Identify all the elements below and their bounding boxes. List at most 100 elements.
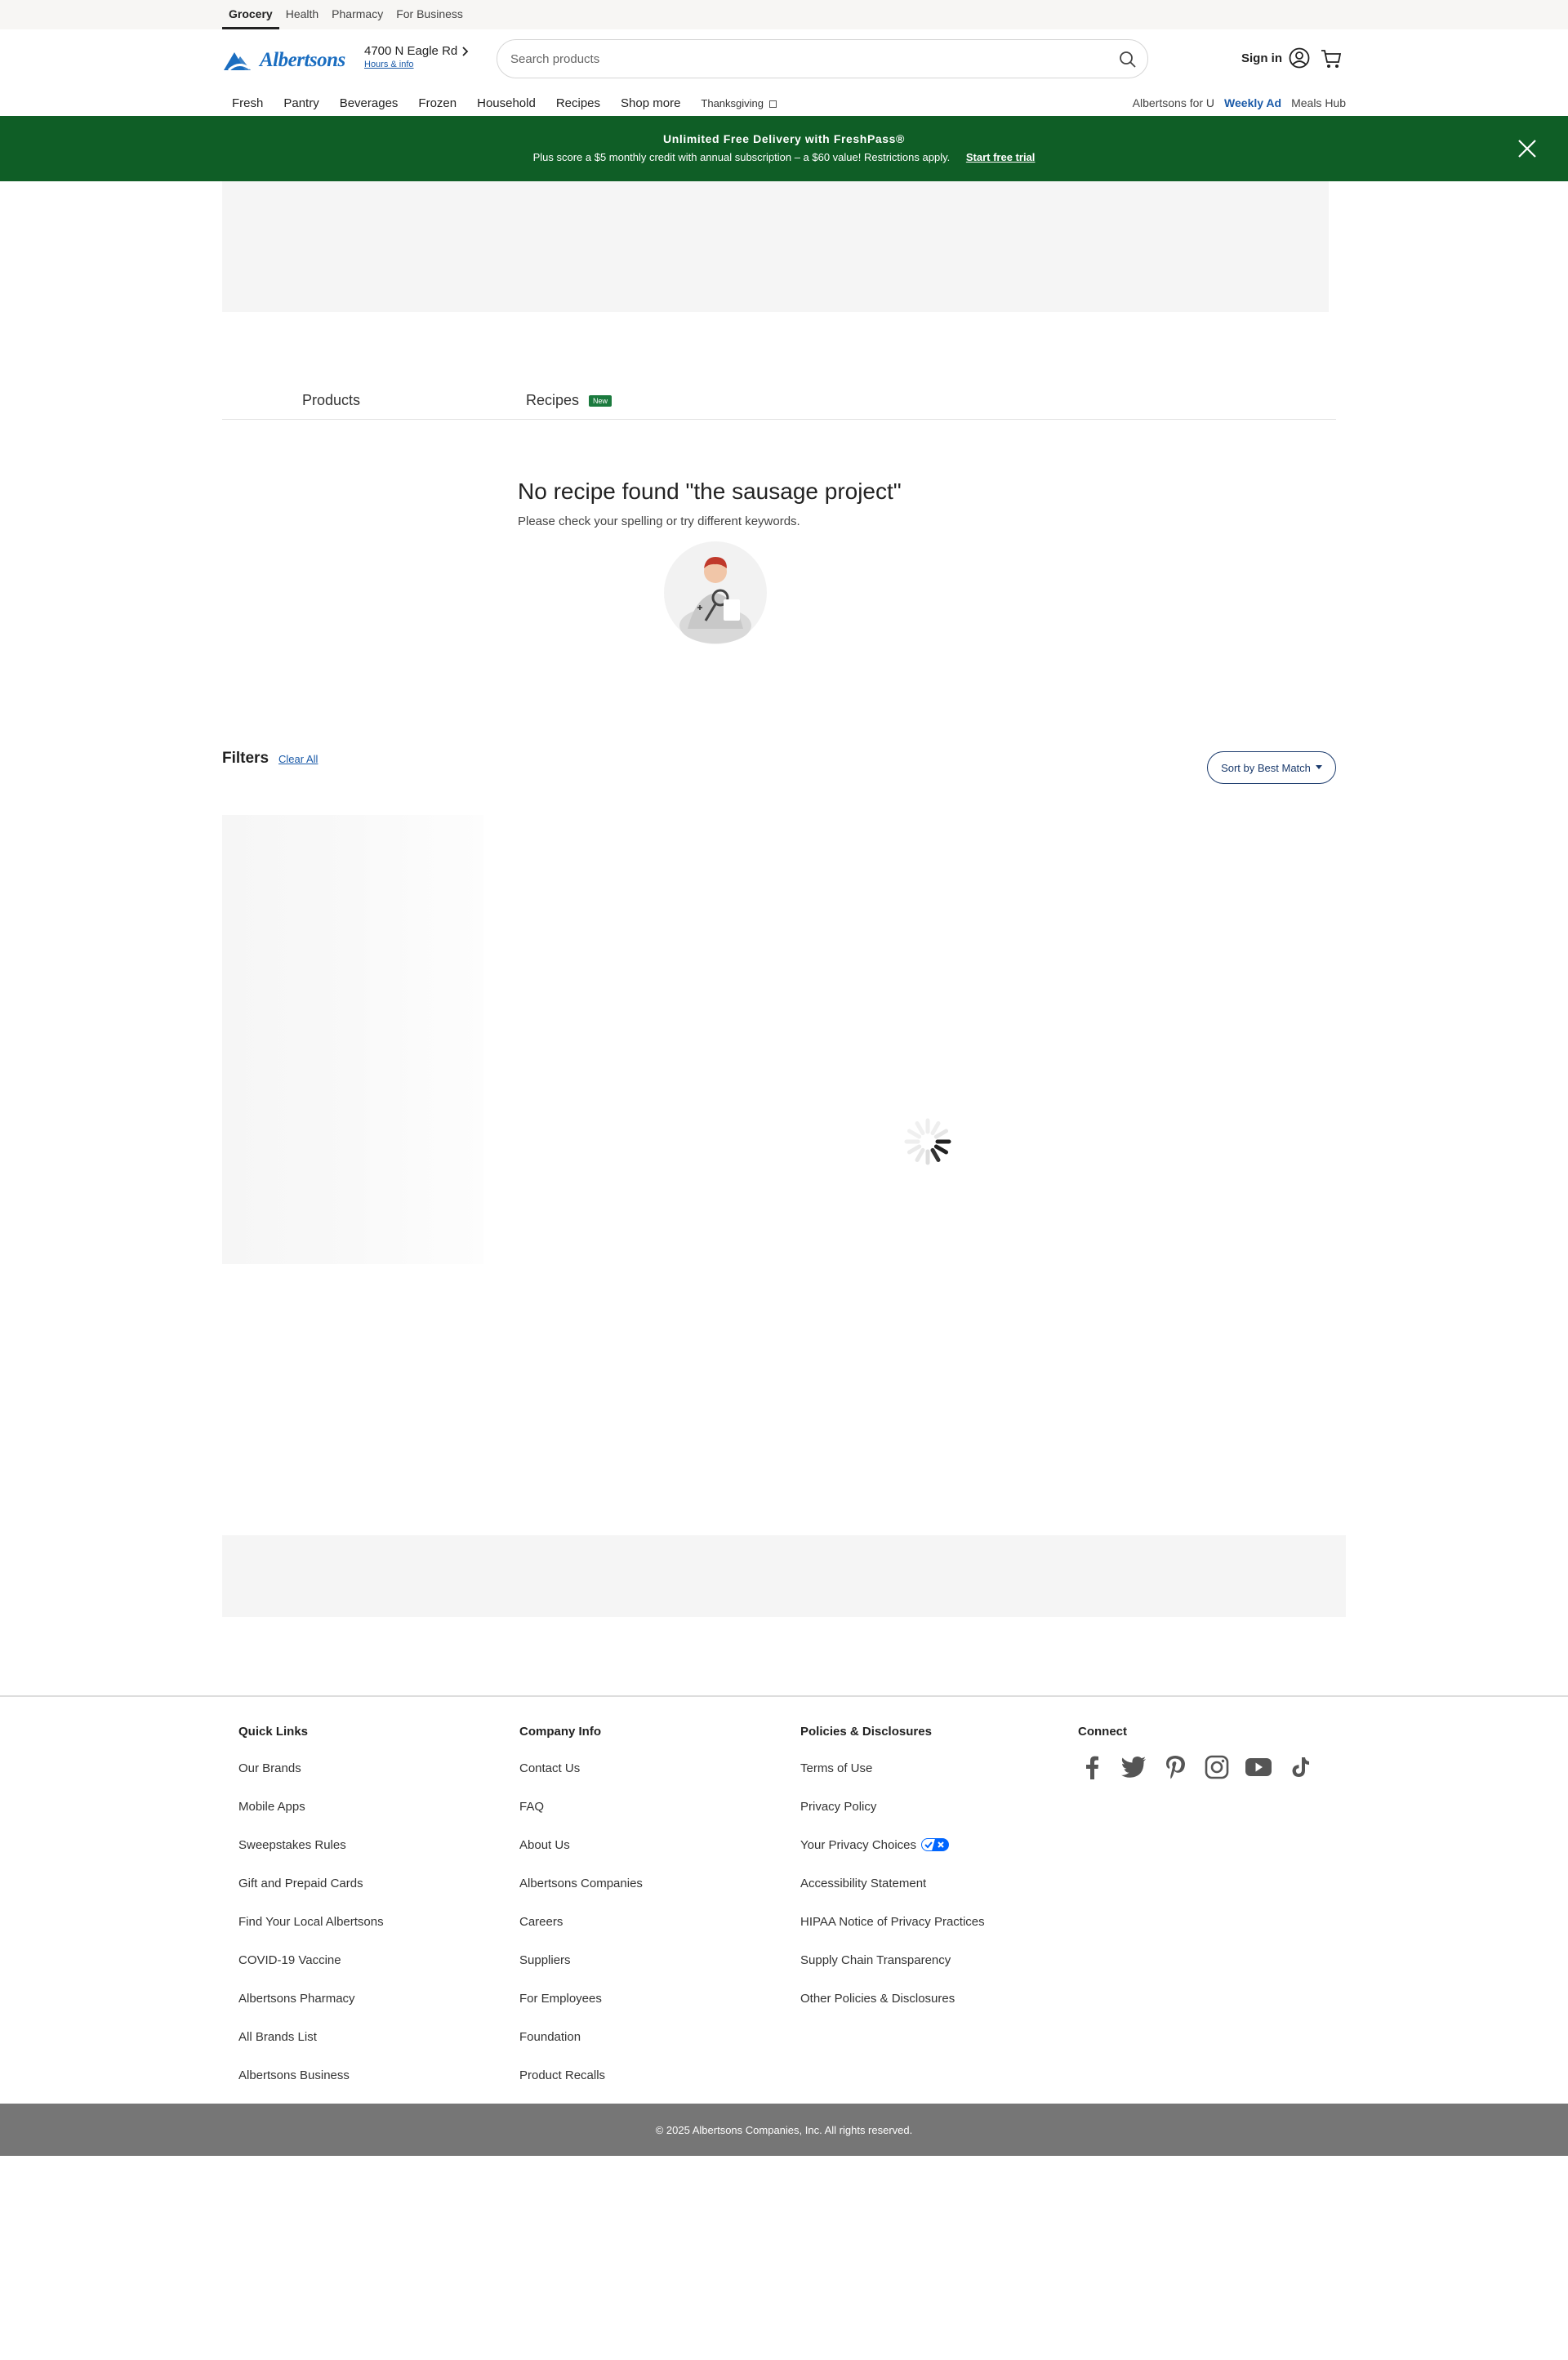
nav-recipes[interactable]: Recipes (556, 96, 600, 110)
albertsons-logo-icon (224, 52, 251, 72)
footer-link[interactable]: About Us (519, 1838, 643, 1877)
company-info-title: Company Info (519, 1725, 601, 1739)
tab-health[interactable]: Health (279, 0, 325, 29)
tab-pharmacy[interactable]: Pharmacy (325, 0, 390, 29)
bottom-ad-placeholder (222, 1535, 1346, 1617)
search-bar (497, 39, 1148, 78)
footer-link[interactable]: Product Recalls (519, 2068, 643, 2107)
youtube-icon (1245, 1758, 1272, 1776)
nav-albertsons-for-u[interactable]: Albertsons for U (1133, 96, 1214, 109)
privacy-options-icon (921, 1838, 950, 1851)
footer-link[interactable]: All Brands List (238, 2030, 384, 2068)
footer-link[interactable]: Accessibility Statement (800, 1877, 985, 1915)
tab-grocery[interactable]: Grocery (222, 0, 279, 29)
banner-tabs: Grocery Health Pharmacy For Business (222, 0, 470, 29)
footer-link[interactable]: Terms of Use (800, 1761, 985, 1800)
footer-link[interactable]: Albertsons Business (238, 2068, 384, 2107)
footer-link[interactable]: Suppliers (519, 1953, 643, 1992)
footer-link[interactable]: Contact Us (519, 1761, 643, 1800)
sort-dropdown[interactable]: Sort by Best Match (1207, 751, 1336, 784)
site-footer: Quick Links Our Brands Mobile Apps Sweep… (0, 1695, 1568, 2104)
footer-link[interactable]: COVID-19 Vaccine (238, 1953, 384, 1992)
search-icon (1120, 51, 1136, 68)
tiktok-icon (1292, 1757, 1309, 1777)
tiktok-link[interactable] (1286, 1753, 1314, 1781)
twitter-link[interactable] (1120, 1753, 1147, 1781)
footer-link[interactable]: For Employees (519, 1992, 643, 2030)
loading-spinner-icon (904, 1118, 951, 1165)
nav-household[interactable]: Household (477, 96, 536, 110)
twitter-icon (1121, 1757, 1146, 1778)
footer-link[interactable]: Mobile Apps (238, 1800, 384, 1838)
sort-label: Sort by Best Match (1221, 761, 1311, 774)
footer-quick-links: Quick Links Our Brands Mobile Apps Sweep… (238, 1725, 384, 2107)
copyright-bar: © 2025 Albertsons Companies, Inc. All ri… (0, 2104, 1568, 2156)
footer-link[interactable]: Other Policies & Disclosures (800, 1992, 985, 2030)
privacy-choices-label: Your Privacy Choices (800, 1838, 917, 1852)
nav-meals-hub[interactable]: Meals Hub (1291, 96, 1346, 109)
nav-shop-more[interactable]: Shop more (621, 96, 680, 110)
filters-header: Filters Clear All (222, 750, 318, 768)
clear-all-link[interactable]: Clear All (278, 753, 318, 765)
cart-button[interactable] (1320, 47, 1343, 70)
nav-thanksgiving-label: Thanksgiving (701, 96, 764, 109)
close-icon (1518, 140, 1536, 158)
chevron-right-icon (462, 46, 469, 56)
store-selector[interactable]: 4700 N Eagle Rd Hours & info (364, 44, 469, 69)
footer-link[interactable]: Albertsons Pharmacy (238, 1992, 384, 2030)
footer-link[interactable]: Find Your Local Albertsons (238, 1915, 384, 1953)
close-promo-button[interactable] (1516, 137, 1539, 160)
footer-link[interactable]: Albertsons Companies (519, 1877, 643, 1915)
tab-products[interactable]: Products (302, 392, 360, 409)
youtube-link[interactable] (1245, 1753, 1272, 1781)
tab-recipes-label: Recipes (526, 392, 580, 408)
nav-frozen[interactable]: Frozen (418, 96, 457, 110)
footer-link[interactable]: FAQ (519, 1800, 643, 1838)
tab-recipes[interactable]: Recipes New (526, 392, 612, 409)
footer-link[interactable]: Privacy Policy (800, 1800, 985, 1838)
search-input[interactable] (510, 47, 1082, 71)
nav-pantry[interactable]: Pantry (283, 96, 318, 110)
filter-panel-placeholder (222, 815, 483, 1264)
account-icon (1289, 47, 1310, 69)
pinterest-icon (1166, 1756, 1185, 1779)
instagram-link[interactable] (1203, 1753, 1231, 1781)
nav-beverages[interactable]: Beverages (340, 96, 399, 110)
policies-title: Policies & Disclosures (800, 1725, 932, 1739)
tab-for-business[interactable]: For Business (390, 0, 470, 29)
pinterest-link[interactable] (1161, 1753, 1189, 1781)
promo-subtitle: Plus score a $5 monthly credit with annu… (532, 151, 951, 163)
nav-weekly-ad[interactable]: Weekly Ad (1224, 96, 1281, 109)
main-nav: Fresh Pantry Beverages Frozen Household … (222, 93, 797, 113)
footer-link-privacy-choices[interactable]: Your Privacy Choices (800, 1838, 985, 1877)
start-free-trial-link[interactable]: Start free trial (966, 151, 1036, 163)
result-tabs: Products Recipes New (222, 384, 1336, 420)
footer-link[interactable]: Supply Chain Transparency (800, 1953, 985, 1992)
footer-link[interactable]: Our Brands (238, 1761, 384, 1800)
no-results-message: No recipe found "the sausage project" Pl… (518, 479, 902, 528)
footer-link[interactable]: Foundation (519, 2030, 643, 2068)
footer-link[interactable]: HIPAA Notice of Privacy Practices (800, 1915, 985, 1953)
nav-thanksgiving[interactable]: Thanksgiving (701, 96, 777, 109)
promo-subtitle-row: Plus score a $5 monthly credit with annu… (0, 151, 1568, 163)
connect-title: Connect (1078, 1725, 1127, 1739)
searching-chef-illustration (664, 541, 767, 644)
search-button[interactable] (1115, 47, 1141, 73)
no-results-hint: Please check your spelling or try differ… (518, 514, 800, 528)
external-link-icon (768, 100, 777, 108)
logo-wordmark: Albertsons (260, 49, 345, 71)
hours-info-link[interactable]: Hours & info (364, 60, 469, 69)
footer-link[interactable]: Gift and Prepaid Cards (238, 1877, 384, 1915)
facebook-link[interactable] (1078, 1753, 1106, 1781)
sign-in-button[interactable]: Sign in (1241, 47, 1310, 69)
footer-link[interactable]: Careers (519, 1915, 643, 1953)
freshpass-promo-banner: Unlimited Free Delivery with FreshPass® … (0, 116, 1568, 181)
albertsons-logo[interactable]: Albertsons (222, 47, 345, 73)
caret-down-icon (1315, 765, 1322, 769)
footer-policies: Policies & Disclosures Terms of Use Priv… (800, 1725, 985, 2030)
store-address[interactable]: 4700 N Eagle Rd (364, 44, 457, 58)
footer-link[interactable]: Sweepstakes Rules (238, 1838, 384, 1877)
footer-connect: Connect (1078, 1725, 1314, 1781)
nav-fresh[interactable]: Fresh (232, 96, 263, 110)
new-badge: New (589, 394, 612, 407)
